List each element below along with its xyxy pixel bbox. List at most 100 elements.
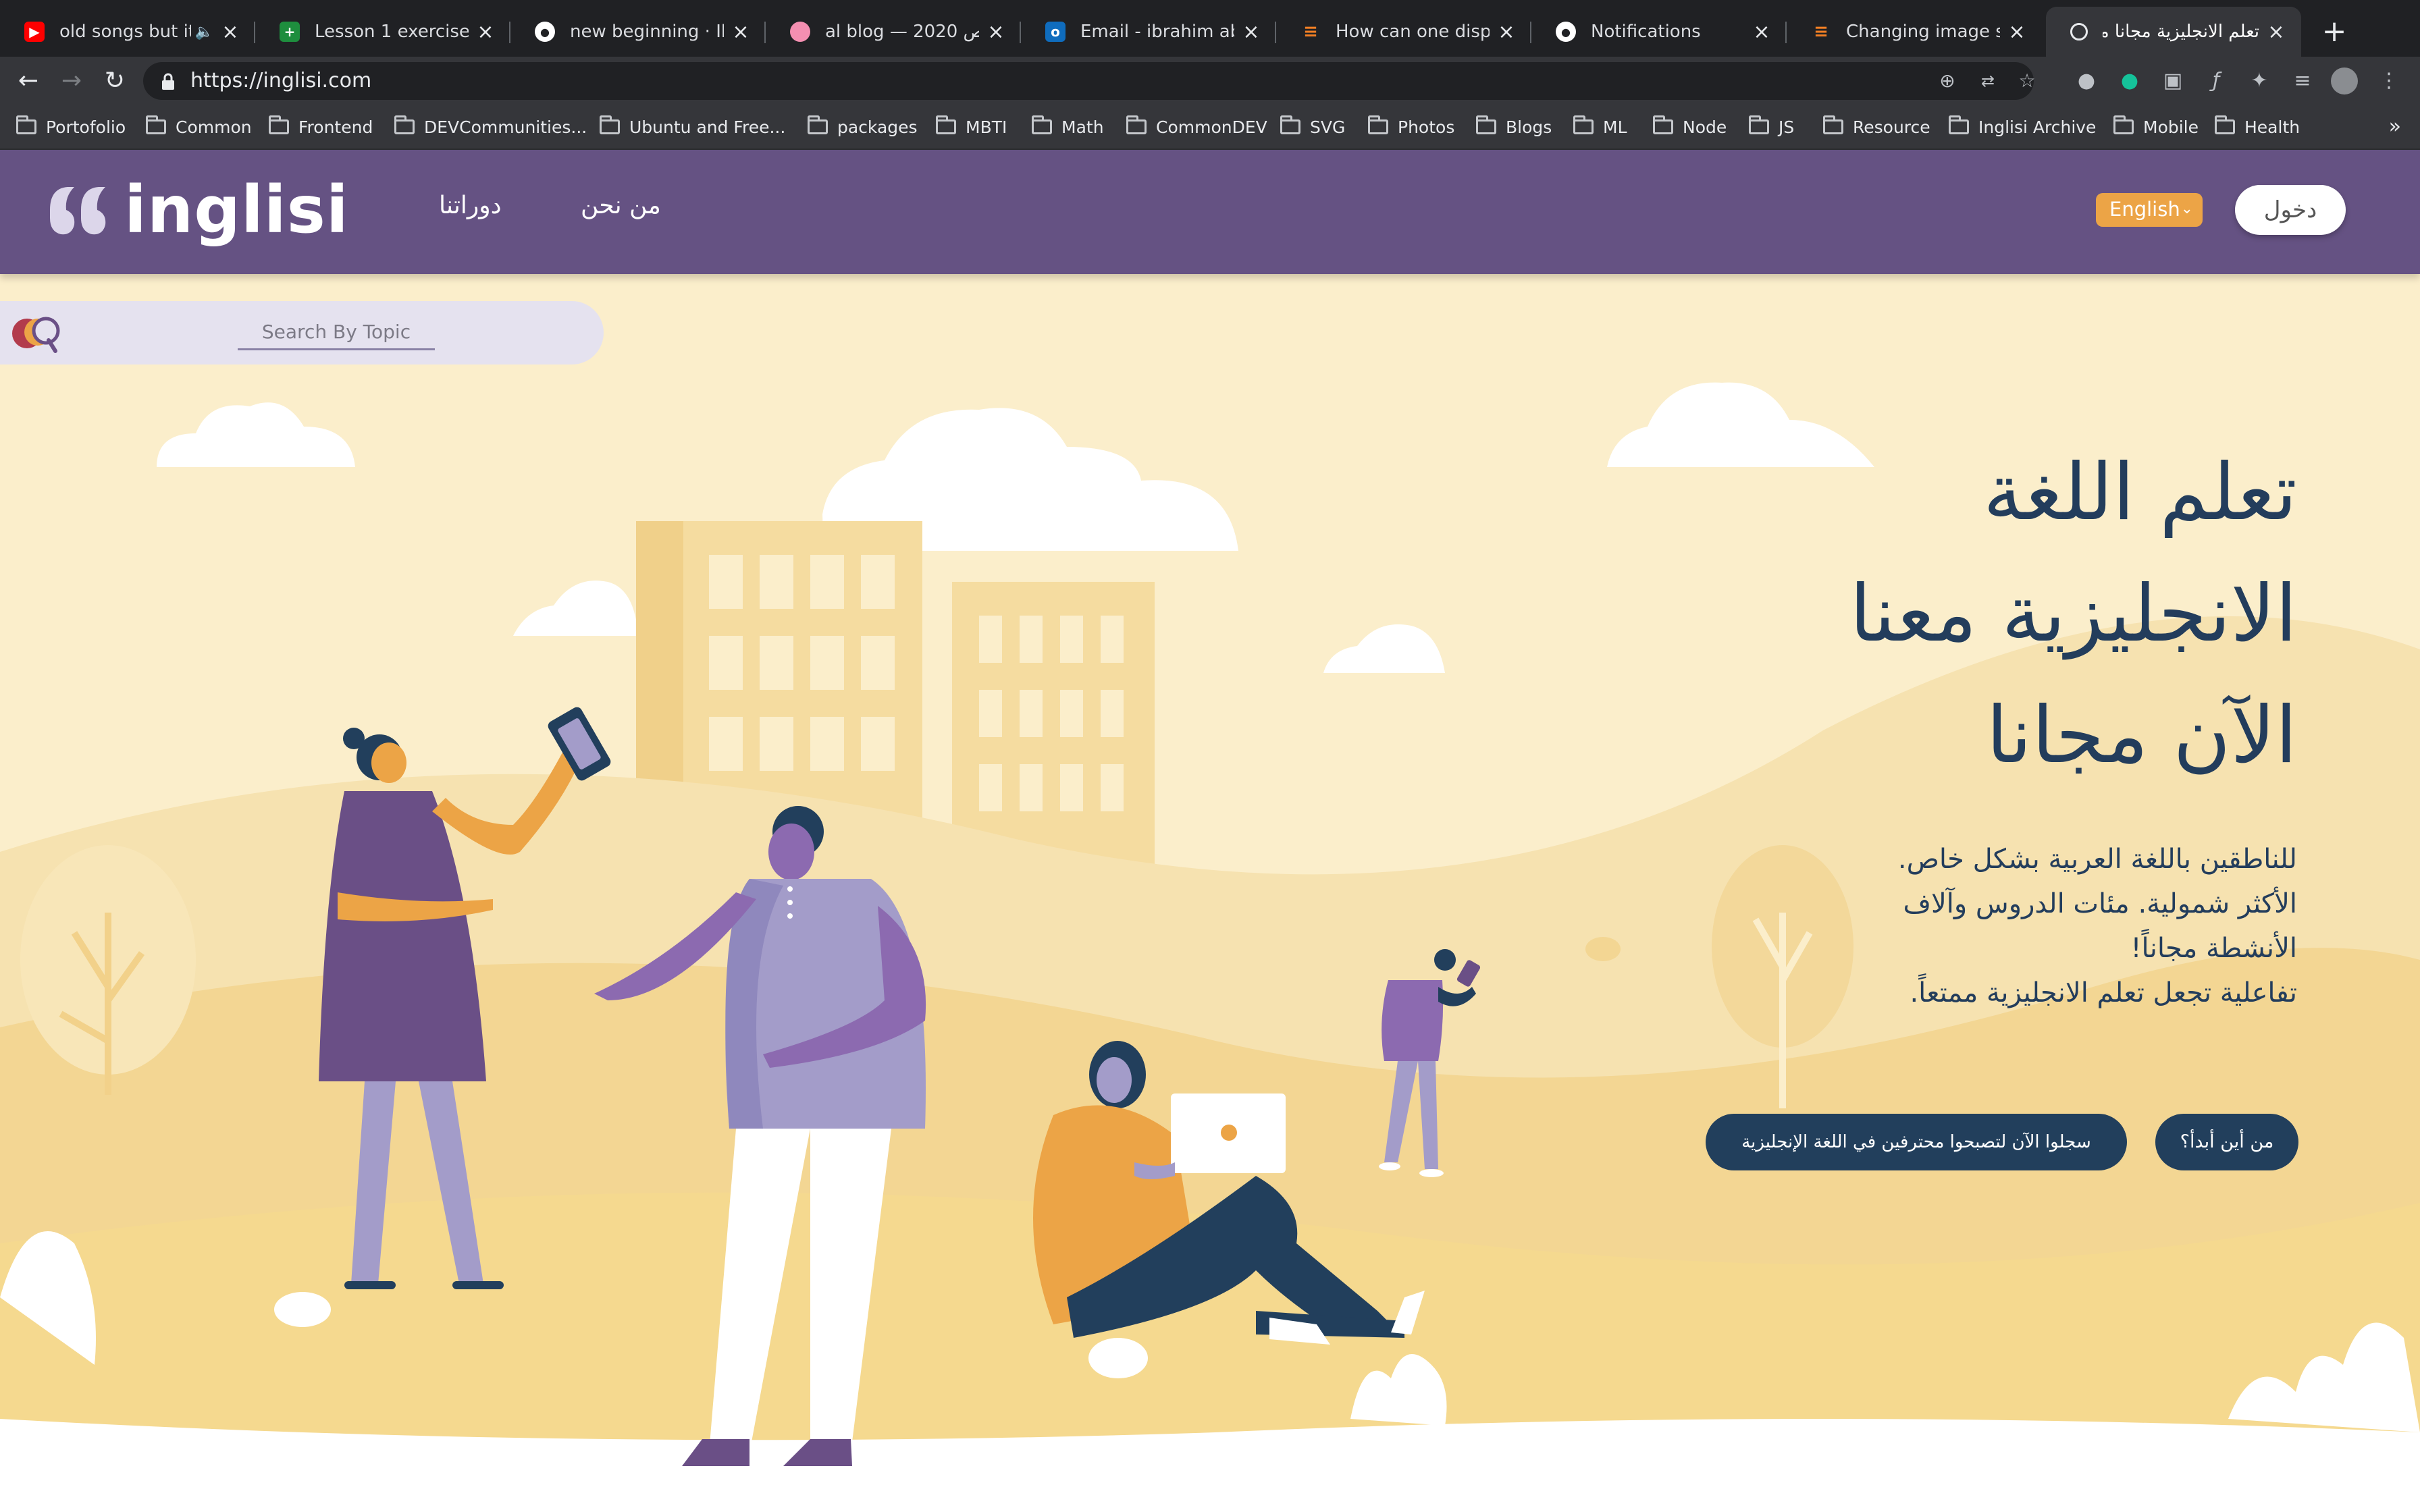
tab-title: Lesson 1 exercises fin <box>315 22 469 42</box>
add-icon[interactable]: ⊕ <box>1937 70 1958 92</box>
back-arrow-icon[interactable]: ← <box>12 65 45 97</box>
browser-tab-active[interactable]: تعلم الانجليزية مجانا مع × <box>2046 7 2301 57</box>
close-icon[interactable]: × <box>1495 20 1518 44</box>
site-logo[interactable]: inglisi <box>47 173 349 247</box>
bookmark-folder[interactable]: SVG <box>1280 105 1345 148</box>
folder-icon <box>146 115 166 134</box>
language-select[interactable]: English ⌄ <box>2096 193 2203 227</box>
bookmark-folder[interactable]: packages <box>808 105 918 148</box>
logo-text: inglisi <box>124 172 349 248</box>
folder-icon <box>1280 115 1300 134</box>
browser-tab[interactable]: ≡ How can one display i × <box>1276 7 1531 57</box>
folder-icon <box>1823 115 1843 134</box>
website-viewport: inglisi دوراتنا من نحن English ⌄ دخول تع… <box>0 150 2420 1512</box>
tab-title: al blog — 2020 ملخص <box>825 22 979 42</box>
language-value: English <box>2109 198 2180 221</box>
nav-about-link[interactable]: من نحن <box>581 192 661 219</box>
star-icon[interactable]: ☆ <box>2016 70 2038 92</box>
puzzle-icon[interactable]: ✦ <box>2244 66 2274 96</box>
github-icon: ● <box>1556 22 1576 42</box>
nav-courses-link[interactable]: دوراتنا <box>439 192 502 219</box>
new-tab-button[interactable]: + <box>2315 12 2354 51</box>
browser-tab[interactable]: + Lesson 1 exercises fin × <box>255 7 510 57</box>
bookmark-folder[interactable]: Resource <box>1823 105 1930 148</box>
magnifier-icon[interactable] <box>11 313 72 354</box>
browser-tab[interactable]: ▶ old songs but it's 🔈 × <box>0 7 255 57</box>
bookmark-folder[interactable]: ML <box>1573 105 1627 148</box>
chevron-down-icon: ⌄ <box>2180 200 2193 217</box>
bookmark-folder[interactable]: Inglisi Archive <box>1949 105 2096 148</box>
folder-icon <box>1573 115 1594 134</box>
translate-icon[interactable]: ⇄ <box>1977 70 1999 92</box>
tab-title: old songs but it's <box>59 22 191 42</box>
tab-title: How can one display i <box>1336 22 1490 42</box>
menu-icon[interactable]: ⋮ <box>2374 66 2404 96</box>
browser-toolbar: ← → ↻ https://inglisi.com ⊕ ⇄ ☆ ● ● ▣ ƒ … <box>0 57 2420 105</box>
folder-icon <box>2215 115 2235 134</box>
where-to-start-button[interactable]: من أين أبدأ؟ <box>2155 1114 2298 1170</box>
github-icon: ● <box>535 22 555 42</box>
folder-icon <box>1653 115 1673 134</box>
close-icon[interactable]: × <box>1240 20 1263 44</box>
browser-tab-bar: ▶ old songs but it's 🔈 × + Lesson 1 exer… <box>0 0 2420 57</box>
login-button[interactable]: دخول <box>2235 185 2346 235</box>
grammarly-icon[interactable]: ● <box>2115 66 2145 96</box>
bookmark-folder[interactable]: Photos <box>1368 105 1454 148</box>
close-icon[interactable]: × <box>2005 20 2028 44</box>
outlook-icon: o <box>1045 22 1066 42</box>
github-extension-icon[interactable]: ● <box>2072 66 2101 96</box>
browser-tab[interactable]: ● new beginning · Ibrahi × <box>510 7 766 57</box>
browser-tab[interactable]: ≡ Changing image size i × <box>1787 7 2042 57</box>
folder-icon <box>1949 115 1969 134</box>
youtube-icon: ▶ <box>24 22 45 42</box>
browser-tab[interactable]: ● Notifications × <box>1531 7 1787 57</box>
close-icon[interactable]: × <box>984 20 1007 44</box>
folder-icon <box>1476 115 1496 134</box>
bookmark-folder[interactable]: MBTI <box>936 105 1007 148</box>
folder-icon <box>1032 115 1052 134</box>
bookmark-folder[interactable]: Portofolio <box>16 105 126 148</box>
hero-text-block: تعلم اللغة الانجليزية معنا الآن مجانا لل… <box>1284 432 2297 1015</box>
tab-title: Email - ibrahim abu sh <box>1080 22 1234 42</box>
address-bar[interactable]: https://inglisi.com ⊕ ⇄ ☆ <box>143 62 2036 100</box>
close-icon[interactable]: × <box>729 20 752 44</box>
register-button[interactable]: سجلوا الآن لتصبحوا محترفين في اللغة الإن… <box>1706 1114 2127 1170</box>
folder-icon <box>600 115 620 134</box>
bookmark-folder[interactable]: DEVCommunities... <box>394 105 587 148</box>
bookmark-folder[interactable]: Math <box>1032 105 1104 148</box>
bookmark-folder[interactable]: Node <box>1653 105 1727 148</box>
bookmark-folder[interactable]: Blogs <box>1476 105 1552 148</box>
topic-search-bar <box>0 301 604 364</box>
bookmark-folder[interactable]: Health <box>2215 105 2300 148</box>
hero-title: تعلم اللغة الانجليزية معنا الآن مجانا <box>1849 447 2297 781</box>
bookmark-folder[interactable]: Frontend <box>269 105 373 148</box>
reload-icon[interactable]: ↻ <box>99 65 131 97</box>
url-text[interactable]: https://inglisi.com <box>190 62 371 100</box>
tab-title: new beginning · Ibrahi <box>570 22 724 42</box>
bookmark-folder[interactable]: Common <box>146 105 252 148</box>
sheets-icon: + <box>280 22 300 42</box>
bookmark-folder[interactable]: CommonDEV <box>1126 105 1267 148</box>
close-icon[interactable]: × <box>2265 20 2288 44</box>
bookmark-folder[interactable]: Ubuntu and Free... <box>600 105 785 148</box>
extension-icon[interactable]: ▣ <box>2158 66 2188 96</box>
bookmarks-bar: Portofolio Common Frontend DEVCommunitie… <box>0 105 2420 150</box>
forward-arrow-icon[interactable]: → <box>55 65 88 97</box>
bookmark-folder[interactable]: JS <box>1749 105 1794 148</box>
avatar[interactable] <box>2331 68 2358 94</box>
media-icon[interactable]: ≡ <box>2288 66 2317 96</box>
formula-icon[interactable]: ƒ <box>2201 66 2231 96</box>
tab-title: Notifications <box>1591 22 1701 42</box>
search-input[interactable] <box>238 315 435 350</box>
close-icon[interactable]: × <box>474 20 497 44</box>
lock-icon <box>162 73 174 90</box>
close-icon[interactable]: × <box>219 20 242 44</box>
close-icon[interactable]: × <box>1750 20 1773 44</box>
browser-tab[interactable]: al blog — 2020 ملخص × <box>766 7 1021 57</box>
bookmark-folder[interactable]: Mobile <box>2113 105 2199 148</box>
speaker-icon[interactable]: 🔈 <box>195 24 213 40</box>
folder-icon <box>1126 115 1147 134</box>
browser-tab[interactable]: o Email - ibrahim abu sh × <box>1021 7 1276 57</box>
bookmarks-overflow-icon[interactable]: » <box>2389 105 2401 148</box>
site-header: inglisi دوراتنا من نحن English ⌄ دخول <box>0 150 2420 274</box>
